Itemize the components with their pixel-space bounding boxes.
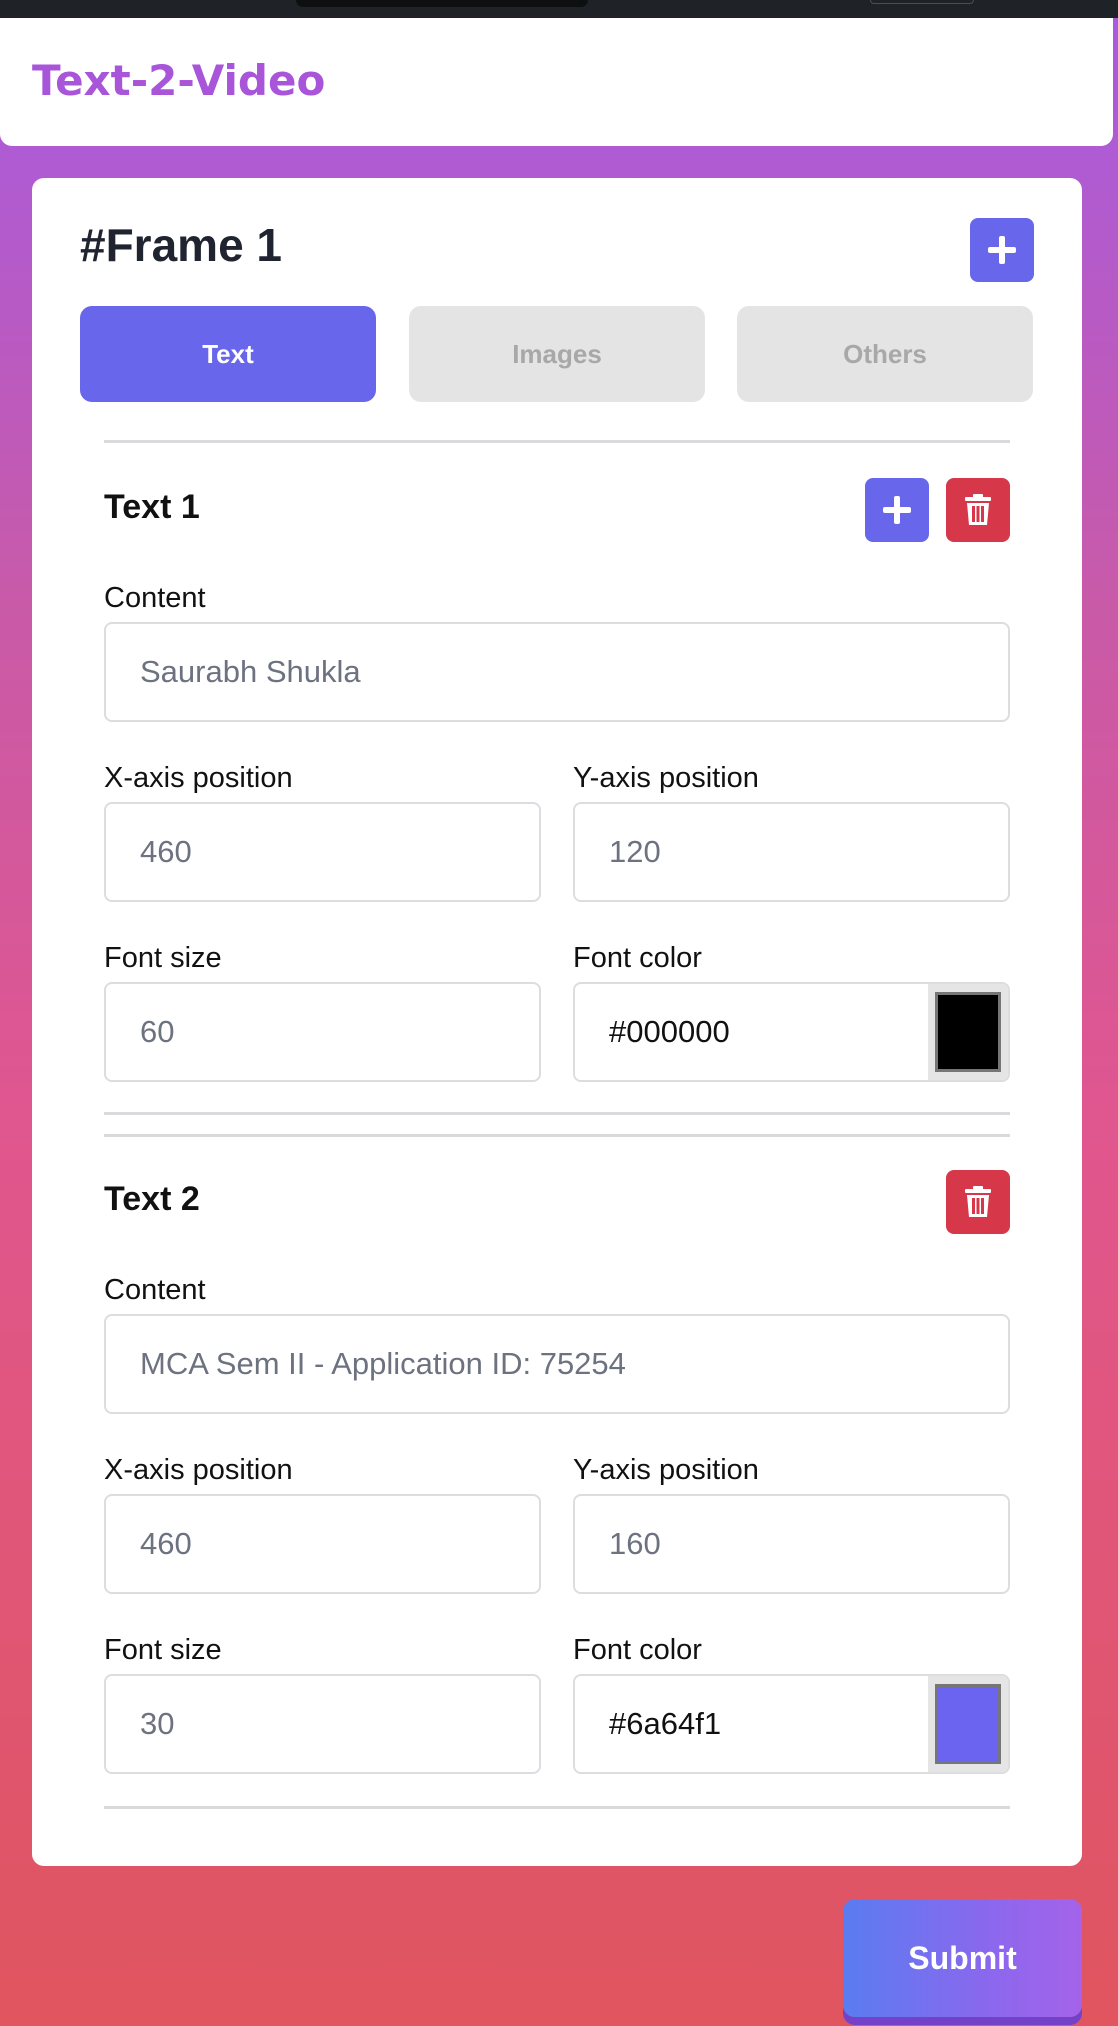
add-text-button[interactable] xyxy=(865,478,929,542)
app-title: Text-2-Video xyxy=(32,56,326,105)
color-swatch xyxy=(935,1684,1001,1764)
x-axis-label: X-axis position xyxy=(104,1454,293,1486)
text-1-title: Text 1 xyxy=(104,488,200,526)
divider xyxy=(104,440,1010,443)
y-axis-label: Y-axis position xyxy=(573,1454,759,1486)
text-2-x-input[interactable]: 460 xyxy=(104,1494,541,1594)
plus-icon xyxy=(988,236,1016,264)
font-color-label: Font color xyxy=(573,942,702,974)
font-size-label: Font size xyxy=(104,942,222,974)
text-1-color-picker[interactable] xyxy=(928,984,1008,1080)
trash-icon xyxy=(965,1186,991,1217)
app-header: Text-2-Video xyxy=(0,18,1113,146)
divider xyxy=(104,1112,1010,1115)
text-1-font-size-input[interactable]: 60 xyxy=(104,982,541,1082)
text-2-content-input[interactable]: MCA Sem II - Application ID: 75254 xyxy=(104,1314,1010,1414)
add-frame-button[interactable] xyxy=(970,218,1034,282)
content-label: Content xyxy=(104,582,206,614)
text-2-font-size-input[interactable]: 30 xyxy=(104,1674,541,1774)
frame-panel: #Frame 1 Text Images Others Text 1 Conte… xyxy=(32,178,1082,1866)
plus-icon xyxy=(883,496,911,524)
x-axis-label: X-axis position xyxy=(104,762,293,794)
content-label: Content xyxy=(104,1274,206,1306)
delete-text-1-button[interactable] xyxy=(946,478,1010,542)
y-axis-label: Y-axis position xyxy=(573,762,759,794)
text-1-content-input[interactable]: Saurabh Shukla xyxy=(104,622,1010,722)
tab-text[interactable]: Text xyxy=(80,306,376,402)
text-2-y-input[interactable]: 160 xyxy=(573,1494,1010,1594)
text-2-color-picker[interactable] xyxy=(928,1676,1008,1772)
submit-button[interactable]: Submit xyxy=(843,1899,1082,2017)
text-1-y-input[interactable]: 120 xyxy=(573,802,1010,902)
text-2-title: Text 2 xyxy=(104,1180,200,1218)
frame-title: #Frame 1 xyxy=(80,219,283,271)
delete-text-2-button[interactable] xyxy=(946,1170,1010,1234)
window-control xyxy=(870,0,974,4)
tab-others[interactable]: Others xyxy=(737,306,1033,402)
text-1-x-input[interactable]: 460 xyxy=(104,802,541,902)
font-color-label: Font color xyxy=(573,1634,702,1666)
camera-notch xyxy=(296,0,588,7)
system-top-bar xyxy=(0,0,1118,18)
color-swatch xyxy=(935,992,1001,1072)
trash-icon xyxy=(965,494,991,525)
divider xyxy=(104,1134,1010,1137)
font-size-label: Font size xyxy=(104,1634,222,1666)
divider xyxy=(104,1806,1010,1809)
tab-images[interactable]: Images xyxy=(409,306,705,402)
